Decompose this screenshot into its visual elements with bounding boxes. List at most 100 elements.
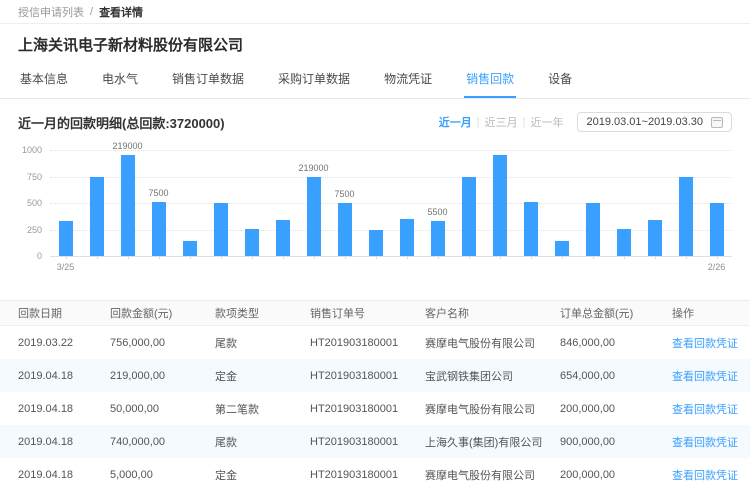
- y-axis-tick-label: 0: [37, 251, 42, 261]
- cell-customer-name: 赛摩电气股份有限公司: [425, 401, 560, 417]
- cell-payment-type: 定金: [215, 368, 310, 384]
- calendar-icon[interactable]: [711, 117, 723, 128]
- cell-repayment-date: 2019.04.18: [18, 403, 110, 415]
- cell-actions: 查看回款凭证下载: [672, 467, 750, 483]
- repayment-table: 回款日期回款金额(元)款项类型销售订单号客户名称订单总金额(元)操作 2019.…: [0, 300, 750, 484]
- cell-order-total: 846,000,00: [560, 337, 672, 349]
- chart-bar: [555, 241, 569, 256]
- tab-sales-collection[interactable]: 销售回款: [464, 64, 516, 98]
- x-axis-tick: [438, 256, 439, 259]
- tab-logistics-voucher[interactable]: 物流凭证: [382, 64, 434, 98]
- chart-bar: [431, 221, 445, 256]
- x-axis-tick: [345, 256, 346, 259]
- breadcrumb-separator: /: [90, 6, 93, 18]
- page-title: 上海关讯电子新材料股份有限公司: [0, 24, 750, 64]
- cell-customer-name: 宝武钢铁集团公司: [425, 368, 560, 384]
- cell-sales-order-no: HT201903180001: [310, 469, 425, 481]
- table-row: 2019.04.18219,000,00定金HT201903180001宝武钢铁…: [0, 359, 750, 392]
- tab-purchase-order-data[interactable]: 采购订单数据: [276, 64, 352, 98]
- chart-bar-slot: 219000: [112, 150, 143, 256]
- cell-repayment-amount: 740,000,00: [110, 436, 215, 448]
- breadcrumb-current: 查看详情: [99, 4, 143, 20]
- chart-bar: [524, 202, 538, 256]
- chart-bar: [369, 230, 383, 257]
- chart-bar-slot: [453, 150, 484, 256]
- range-option-last-year[interactable]: 近一年: [530, 114, 563, 130]
- table-header-cell: 操作: [672, 305, 750, 321]
- chart-bar: [586, 203, 600, 256]
- x-axis-tick: [500, 256, 501, 259]
- table-header-cell: 销售订单号: [310, 305, 425, 321]
- view-receipt-link[interactable]: 查看回款凭证: [672, 401, 738, 417]
- y-axis-tick-label: 750: [27, 172, 42, 182]
- chart-bar: [648, 220, 662, 256]
- table-row: 2019.04.18740,000,00尾款HT201903180001上海久事…: [0, 425, 750, 458]
- x-axis-tick: [314, 256, 315, 259]
- view-receipt-link[interactable]: 查看回款凭证: [672, 335, 738, 351]
- chart-plot-area: 3/252190007500219000750055002/26: [50, 150, 732, 256]
- bar-chart: 02505007501000 3/25219000750021900075005…: [18, 150, 732, 284]
- chart-bar-slot: [484, 150, 515, 256]
- tab-equipment[interactable]: 设备: [546, 64, 574, 98]
- range-option-last-month[interactable]: 近一月: [439, 114, 472, 130]
- x-axis-tick: [128, 256, 129, 259]
- table-row: 2019.04.1850,000,00第二笔款HT201903180001赛摩电…: [0, 392, 750, 425]
- chart-bar: [307, 177, 321, 257]
- chart-bar-slot: 2/26: [701, 150, 732, 256]
- chart-title: 近一月的回款明细(总回款:3720000): [18, 113, 225, 132]
- tab-utilities[interactable]: 电水气: [100, 64, 140, 98]
- bar-value-label: 219000: [112, 141, 142, 151]
- view-receipt-link[interactable]: 查看回款凭证: [672, 368, 738, 384]
- view-receipt-link[interactable]: 查看回款凭证: [672, 467, 738, 483]
- breadcrumb: 授信申请列表 / 查看详情: [0, 0, 750, 24]
- breadcrumb-parent-link[interactable]: 授信申请列表: [18, 4, 84, 20]
- x-axis-tick: [531, 256, 532, 259]
- x-axis-tick: [376, 256, 377, 259]
- range-separator: |: [477, 116, 480, 128]
- chart-bar-slot: [174, 150, 205, 256]
- chart-bar-slot: [236, 150, 267, 256]
- chart-bar: [152, 202, 166, 256]
- cell-order-total: 200,000,00: [560, 469, 672, 481]
- chart-bar: [59, 221, 73, 256]
- chart-bar-slot: [205, 150, 236, 256]
- chart-bar-slot: [360, 150, 391, 256]
- chart-bar: [617, 229, 631, 256]
- chart-bar: [214, 203, 228, 256]
- x-axis-tick: [190, 256, 191, 259]
- chart-bar: [245, 229, 259, 256]
- chart-bar-slot: [546, 150, 577, 256]
- chart-bar: [710, 203, 724, 256]
- cell-sales-order-no: HT201903180001: [310, 337, 425, 349]
- chart-bar: [338, 203, 352, 256]
- y-axis-tick-label: 500: [27, 198, 42, 208]
- chart-bar: [90, 177, 104, 257]
- y-axis-tick-label: 250: [27, 225, 42, 235]
- cell-sales-order-no: HT201903180001: [310, 403, 425, 415]
- chart-bar-slot: [577, 150, 608, 256]
- chart-section-header: 近一月的回款明细(总回款:3720000) 近一月|近三月|近一年 2019.0…: [0, 99, 750, 134]
- table-header-cell: 客户名称: [425, 305, 560, 321]
- chart-bar-slot: [639, 150, 670, 256]
- cell-customer-name: 上海久事(集团)有限公司: [425, 434, 560, 450]
- date-range-input[interactable]: 2019.03.01~2019.03.30: [577, 112, 732, 132]
- x-axis-tick: [686, 256, 687, 259]
- cell-repayment-date: 2019.04.18: [18, 370, 110, 382]
- tab-basic-info[interactable]: 基本信息: [18, 64, 70, 98]
- cell-actions: 查看回款凭证下载: [672, 335, 750, 351]
- view-receipt-link[interactable]: 查看回款凭证: [672, 434, 738, 450]
- x-axis-tick: [655, 256, 656, 259]
- range-option-last-3-months[interactable]: 近三月: [485, 114, 518, 130]
- chart-bar: [276, 220, 290, 256]
- x-axis-tick: [407, 256, 408, 259]
- x-axis-tick: [221, 256, 222, 259]
- table-header-row: 回款日期回款金额(元)款项类型销售订单号客户名称订单总金额(元)操作: [0, 300, 750, 326]
- tab-sales-order-data[interactable]: 销售订单数据: [170, 64, 246, 98]
- table-header-cell: 订单总金额(元): [560, 305, 672, 321]
- x-axis-label: 2/26: [708, 262, 726, 272]
- cell-payment-type: 定金: [215, 467, 310, 483]
- x-axis-tick: [562, 256, 563, 259]
- cell-repayment-amount: 5,000,00: [110, 469, 215, 481]
- chart-bar-slot: [515, 150, 546, 256]
- x-axis-label: 3/25: [57, 262, 75, 272]
